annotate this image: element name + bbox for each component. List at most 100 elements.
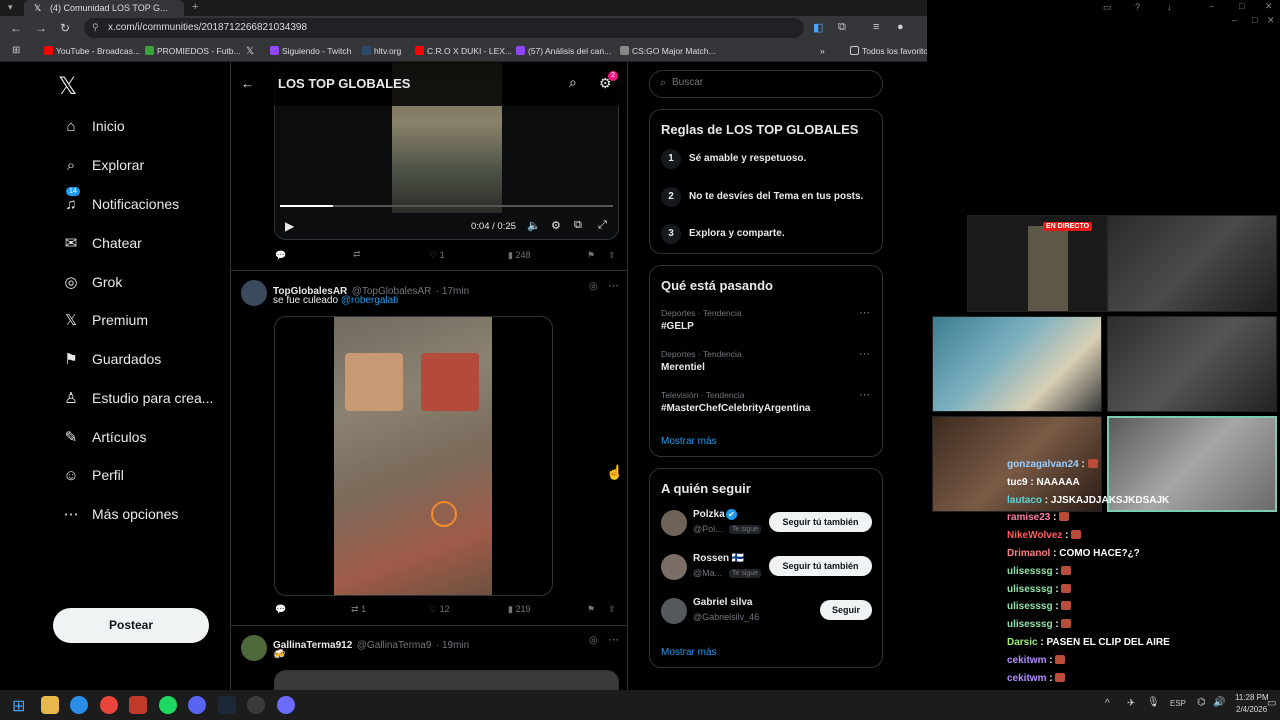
avatar[interactable] (661, 598, 687, 624)
mention-link[interactable]: @robergalati (341, 295, 398, 306)
avatar[interactable] (241, 635, 267, 661)
extension-icon[interactable]: ◧ (813, 21, 823, 34)
chat-username[interactable]: Darsic (1007, 637, 1038, 648)
tweet-video[interactable] (274, 316, 553, 596)
grok-icon[interactable]: ◎ (589, 281, 598, 292)
forward-icon[interactable]: → (35, 21, 47, 35)
puzzle-icon[interactable]: ⧉ (838, 21, 846, 34)
bookmark-item[interactable]: (57) Análisis del can... (516, 46, 611, 56)
sidebar-item-search[interactable]: ⌕ Explorar (60, 152, 144, 178)
sidebar-item-bookmark[interactable]: ⚑ Guardados (60, 346, 161, 372)
follow-show-more[interactable]: Mostrar más (661, 647, 717, 658)
bookmark-item-x[interactable]: 𝕏 (246, 46, 254, 57)
chrome-icon[interactable] (100, 696, 118, 714)
chat-username[interactable]: NikeWolvez (1007, 530, 1062, 541)
follow-button[interactable]: Seguir tú también (769, 556, 872, 576)
like-button[interactable]: ♡ 1 (429, 250, 445, 261)
bookmark-item[interactable]: hltv.org (362, 46, 401, 56)
window-icon[interactable]: ▭ (1103, 2, 1112, 13)
retweet-button[interactable]: ⇄ 1 (351, 604, 366, 615)
tweet-media[interactable] (274, 670, 619, 690)
tray-chevron-icon[interactable]: ^ (1105, 698, 1110, 709)
fullscreen-icon[interactable]: ⤢ (598, 219, 607, 232)
sidebar-item-profile[interactable]: ☺ Perfil (60, 462, 124, 488)
follow-handle[interactable]: @Pol... (693, 524, 723, 534)
clock-date[interactable]: 2/4/2026 (1236, 705, 1267, 714)
more-icon[interactable]: ⋯ (608, 279, 619, 292)
sidebar-item-article[interactable]: ✎ Artículos (60, 424, 147, 450)
profile-avatar-icon[interactable]: ● (897, 21, 904, 33)
share-icon[interactable]: ⇪ (608, 250, 616, 261)
trends-show-more[interactable]: Mostrar más (661, 436, 717, 447)
spotify-icon[interactable] (159, 696, 177, 714)
chat-username[interactable]: ulisesssg (1007, 619, 1053, 630)
app-icon[interactable] (277, 696, 295, 714)
pip-icon[interactable]: ⧉ (574, 219, 582, 232)
address-bar[interactable]: ⚲ x.com/i/communities/201871226682103439… (84, 18, 804, 38)
bookmarks-overflow[interactable]: » (820, 46, 825, 56)
post-button[interactable]: Postear (53, 608, 209, 643)
grok-icon[interactable]: ◎ (589, 635, 598, 646)
share-icon[interactable]: ⇪ (608, 604, 616, 615)
sidebar-item-more[interactable]: ⋯ Más opciones (60, 501, 179, 527)
steam-icon[interactable] (218, 696, 236, 714)
tweet-time[interactable]: · 19min (436, 640, 469, 651)
back-arrow-icon[interactable]: ← (241, 76, 254, 91)
mute-icon[interactable]: 🔈 (527, 219, 541, 232)
chat-username[interactable]: cekitwm (1007, 655, 1046, 666)
chat-username[interactable]: ulisesssg (1007, 584, 1053, 595)
bookmark-item[interactable]: Siguiendo - Twitch (270, 46, 351, 56)
maximize-icon[interactable]: □ (1252, 15, 1257, 25)
tab-search-icon[interactable]: ▾ (8, 2, 13, 13)
follow-handle[interactable]: @Gabrielsilv_46 (693, 612, 759, 622)
chat-username[interactable]: cekitwm (1007, 673, 1046, 684)
all-bookmarks[interactable]: Todos los favoritos (850, 46, 927, 56)
follow-button[interactable]: Seguir (820, 600, 872, 620)
maximize-icon[interactable]: □ (1239, 1, 1244, 11)
search-input[interactable] (672, 77, 872, 88)
apps-grid-icon[interactable]: ⊞ (12, 45, 20, 56)
bookmark-item[interactable]: CS:GO Major Match... (620, 46, 716, 56)
follow-name[interactable]: Gabriel silva (693, 597, 752, 608)
media-icon[interactable]: ≡ (873, 21, 879, 33)
reload-icon[interactable]: ↻ (60, 21, 70, 35)
back-icon[interactable]: ← (10, 21, 22, 35)
more-icon[interactable]: ⋯ (859, 306, 870, 319)
reply-icon[interactable]: 💬 (275, 250, 286, 261)
sidebar-item-x-logo[interactable]: 𝕏 Premium (60, 307, 148, 333)
app-icon[interactable] (247, 696, 265, 714)
bookmark-item[interactable]: C.R.O X DUKI - LEX... (415, 46, 512, 56)
chat-username[interactable]: ulisesssg (1007, 566, 1053, 577)
search-box[interactable]: ⌕ (649, 70, 883, 98)
more-icon[interactable]: ⋯ (859, 347, 870, 360)
bookmark-icon[interactable]: ⚑ (587, 604, 595, 615)
sidebar-item-studio[interactable]: ♙ Estudio para crea... (60, 385, 213, 411)
browser-tab[interactable]: 𝕏 (4) Comunidad LOS TOP G... (24, 0, 184, 16)
edge-icon[interactable] (70, 696, 88, 714)
discord-icon[interactable] (188, 696, 206, 714)
search-icon[interactable]: ⌕ (569, 74, 577, 91)
language-indicator[interactable]: ESP (1170, 699, 1186, 708)
sidebar-item-grok[interactable]: ◎ Grok (60, 269, 122, 295)
chat-username[interactable]: ulisesssg (1007, 601, 1053, 612)
microphone-icon[interactable]: 🎙 (1147, 697, 1160, 708)
sidebar-item-home[interactable]: ⌂ Inicio (60, 113, 124, 139)
network-icon[interactable]: ⌬ (1197, 697, 1206, 708)
retweet-icon[interactable]: ⇄ (353, 249, 361, 260)
chat-username[interactable]: lautaco (1007, 495, 1042, 506)
chat-username[interactable]: gonzagalvan24 (1007, 459, 1079, 470)
volume-icon[interactable]: 🔊 (1213, 697, 1225, 708)
x-logo-icon[interactable]: 𝕏 (58, 72, 77, 101)
bookmark-item[interactable]: YouTube - Broadcas... (44, 46, 140, 56)
close-icon[interactable]: ✕ (1267, 15, 1275, 26)
chat-username[interactable]: Drimanol (1007, 548, 1050, 559)
bookmark-item[interactable]: PROMIEDOS - Futb... (145, 46, 241, 56)
views-button[interactable]: ▮ 219 (508, 604, 531, 615)
help-icon[interactable]: ? (1135, 2, 1140, 12)
more-icon[interactable]: ⋯ (608, 633, 619, 646)
sidebar-item-bell[interactable]: ♫ 14 Notificaciones (60, 187, 179, 217)
minimize-icon[interactable]: – (1209, 1, 1214, 11)
windows-start-icon[interactable]: ⊞ (12, 696, 25, 716)
avatar[interactable] (661, 510, 687, 536)
app-icon[interactable] (129, 696, 147, 714)
